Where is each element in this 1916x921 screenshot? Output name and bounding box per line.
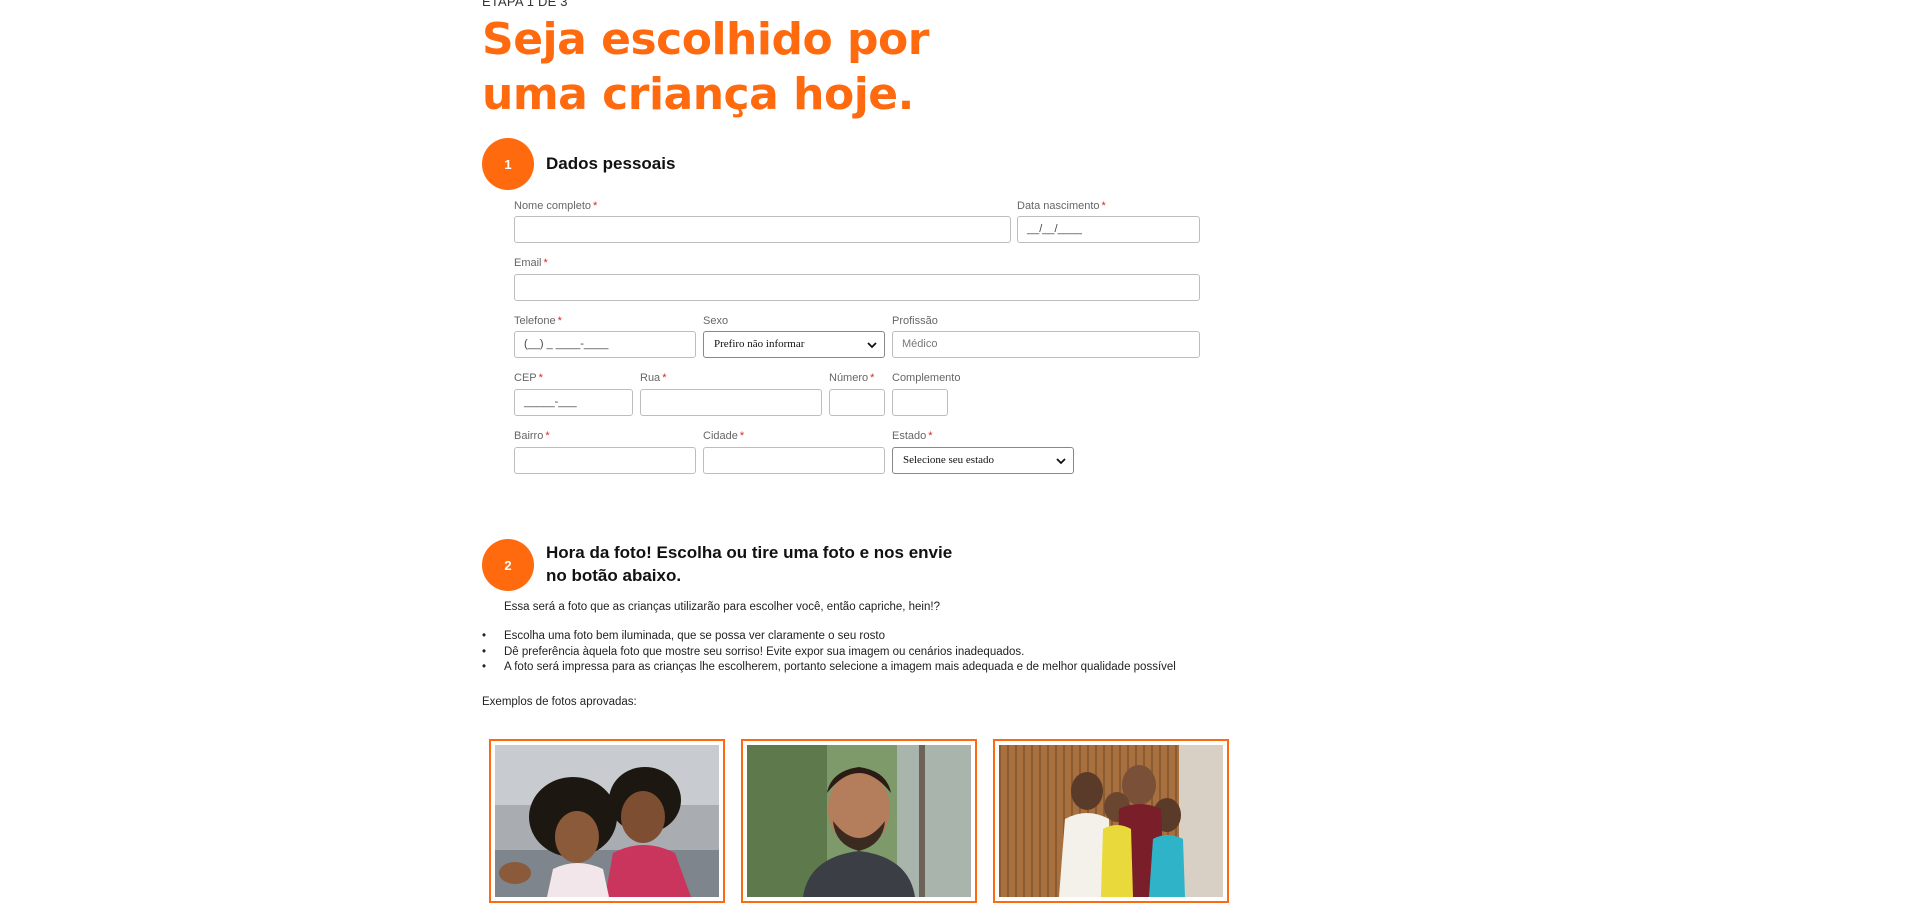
chevron-down-icon (1056, 458, 1066, 465)
list-item: Escolha uma foto bem iluminada, que se p… (482, 629, 1242, 645)
examples-label: Exemplos de fotos aprovadas: (482, 696, 637, 708)
photo-intro-text: Essa será a foto que as crianças utiliza… (504, 601, 940, 613)
page-title-line-1: Seja escolhido por (482, 14, 929, 65)
label-cidade: Cidade * (703, 430, 745, 442)
sexo-select[interactable]: Prefiro não informar (703, 331, 885, 358)
example-photo-image (747, 745, 971, 897)
page-title: Seja escolhido por uma criança hoje. (482, 12, 1082, 122)
cidade-input[interactable] (703, 447, 885, 474)
label-email: Email * (514, 257, 548, 269)
estado-select[interactable]: Selecione seu estado (892, 447, 1074, 474)
example-photo-image (999, 745, 1223, 897)
label-bairro: Bairro * (514, 430, 550, 442)
label-data-nascimento: Data nascimento * (1017, 200, 1106, 212)
numero-input[interactable] (829, 389, 885, 416)
telefone-input[interactable]: (__) _ ____-____ (514, 331, 696, 358)
complemento-input[interactable] (892, 389, 948, 416)
photo-tips-list: Escolha uma foto bem iluminada, que se p… (482, 629, 1242, 676)
label-cep: CEP * (514, 372, 543, 384)
cep-input[interactable]: _____-___ (514, 389, 633, 416)
list-item: Dê preferência àquela foto que mostre se… (482, 645, 1242, 661)
label-numero: Número * (829, 372, 875, 384)
sexo-selected-value: Prefiro não informar (714, 338, 805, 350)
email-input[interactable] (514, 274, 1200, 301)
example-photo-mother-daughter (489, 739, 725, 903)
label-rua: Rua * (640, 372, 667, 384)
step-2-badge: 2 (482, 539, 534, 591)
example-photo-smiling-man (741, 739, 977, 903)
step-1-badge: 1 (482, 138, 534, 190)
label-sexo: Sexo (703, 315, 729, 327)
list-item: A foto será impressa para as crianças lh… (482, 660, 1242, 676)
page-title-line-2: uma criança hoje. (482, 69, 914, 120)
estado-selected-value: Selecione seu estado (903, 454, 995, 466)
chevron-down-icon (867, 342, 877, 349)
profissao-input[interactable]: Médico (892, 331, 1200, 358)
label-complemento: Complemento (892, 372, 961, 384)
data-nascimento-input[interactable]: __/__/____ (1017, 216, 1200, 243)
label-profissao: Profissão (892, 315, 938, 327)
label-estado: Estado * (892, 430, 933, 442)
example-photo-family (993, 739, 1229, 903)
section-title-photo-line-1: Hora da foto! Escolha ou tire uma foto e… (546, 543, 953, 562)
bairro-input[interactable] (514, 447, 696, 474)
rua-input[interactable] (640, 389, 822, 416)
section-title-personal-data: Dados pessoais (546, 154, 676, 173)
label-telefone: Telefone * (514, 315, 562, 327)
nome-completo-input[interactable] (514, 216, 1011, 243)
label-nome-completo: Nome completo * (514, 200, 598, 212)
example-photo-image (495, 745, 719, 897)
section-title-photo-line-2: no botão abaixo. (546, 566, 682, 585)
step-indicator: ETAPA 1 DE 3 (482, 0, 568, 9)
section-title-photo: Hora da foto! Escolha ou tire uma foto e… (546, 541, 1026, 587)
